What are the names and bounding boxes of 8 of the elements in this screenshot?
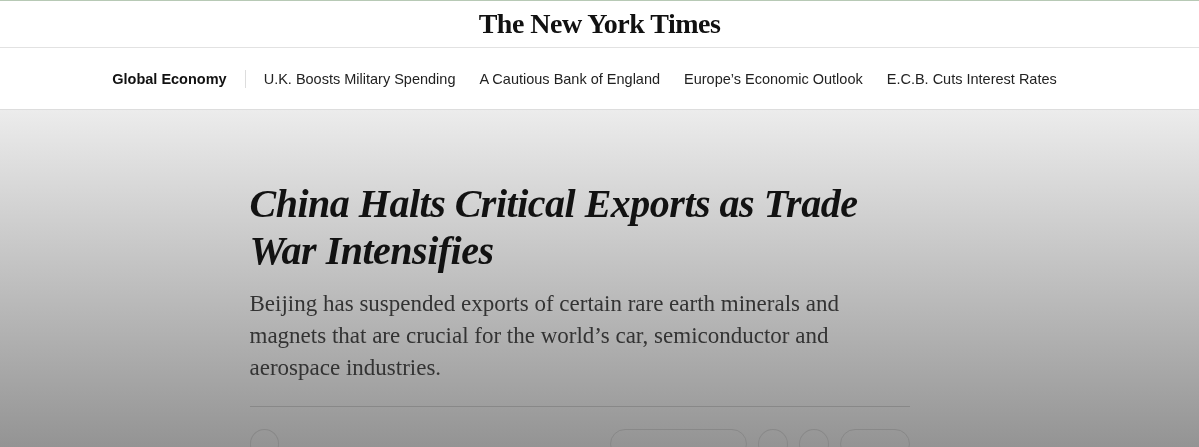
nav-link[interactable]: A Cautious Bank of England [479,70,661,87]
newspaper-logo[interactable]: The New York Times [478,8,721,40]
section-link[interactable]: Global Economy [112,70,227,87]
nav-link[interactable]: Europe’s Economic Outlook [684,70,863,87]
nav-link[interactable]: U.K. Boosts Military Spending [263,70,456,87]
headline: China Halts Critical Exports as Trade War Intensifies [249,180,859,274]
article-summary: Beijing has suspended exports of certain rare earth minerals and magnets that are crucial for the world’s car, semiconductor and aerospace industries. [249,290,840,382]
nav-link[interactable]: E.C.B. Cuts Interest Rates [886,70,1057,87]
